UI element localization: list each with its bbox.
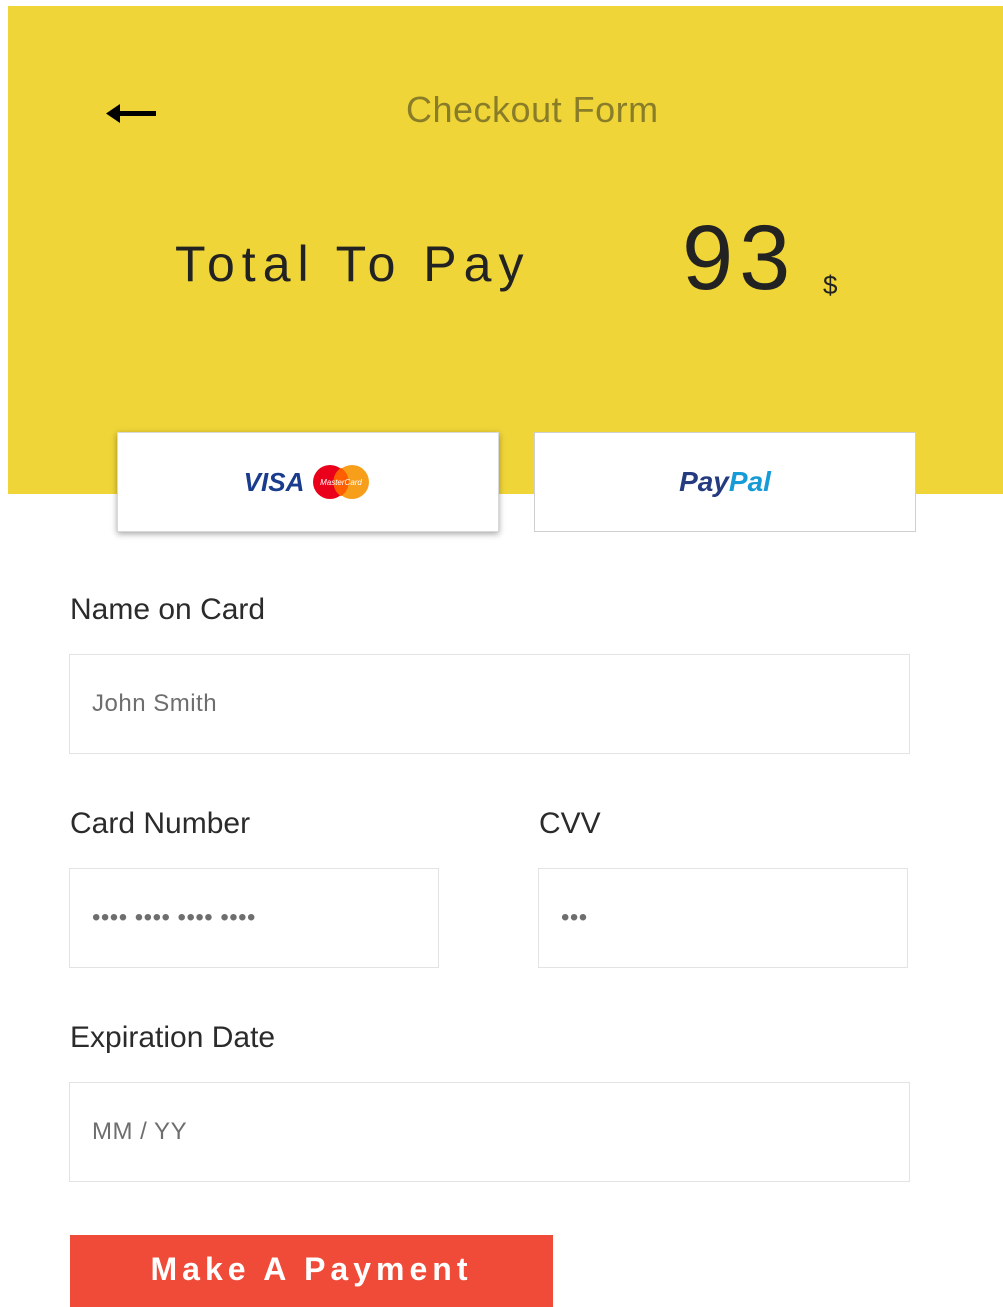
card-number-input[interactable] (69, 868, 439, 968)
tab-paypal-payment[interactable]: PayPal (534, 432, 916, 532)
name-on-card-input[interactable] (69, 654, 910, 754)
paypal-logo-pay: Pay (679, 466, 729, 497)
checkout-page: Checkout Form Total To Pay 93 $ VISA Mas… (0, 0, 1003, 1307)
card-number-label: Card Number (70, 807, 251, 840)
expiration-date-label: Expiration Date (70, 1021, 276, 1054)
cvv-input[interactable] (538, 868, 908, 968)
name-on-card-label: Name on Card (70, 593, 266, 626)
visa-logo: VISA (243, 466, 305, 497)
total-label: Total To Pay (175, 236, 531, 292)
make-payment-button[interactable]: Make A Payment (70, 1235, 553, 1307)
expiration-date-input[interactable] (69, 1082, 910, 1182)
page-title: Checkout Form (406, 89, 659, 130)
currency-symbol: $ (823, 270, 838, 300)
back-arrow-icon[interactable] (104, 94, 164, 134)
mastercard-logo-icon: MasterCard (310, 464, 372, 500)
mastercard-label: MasterCard (320, 478, 362, 487)
paypal-logo-pal: Pal (728, 466, 771, 497)
total-amount: 93 (682, 207, 797, 309)
tab-card-payment[interactable]: VISA MasterCard (117, 432, 499, 532)
cvv-label: CVV (539, 807, 601, 840)
paypal-logo: PayPal (679, 466, 771, 498)
